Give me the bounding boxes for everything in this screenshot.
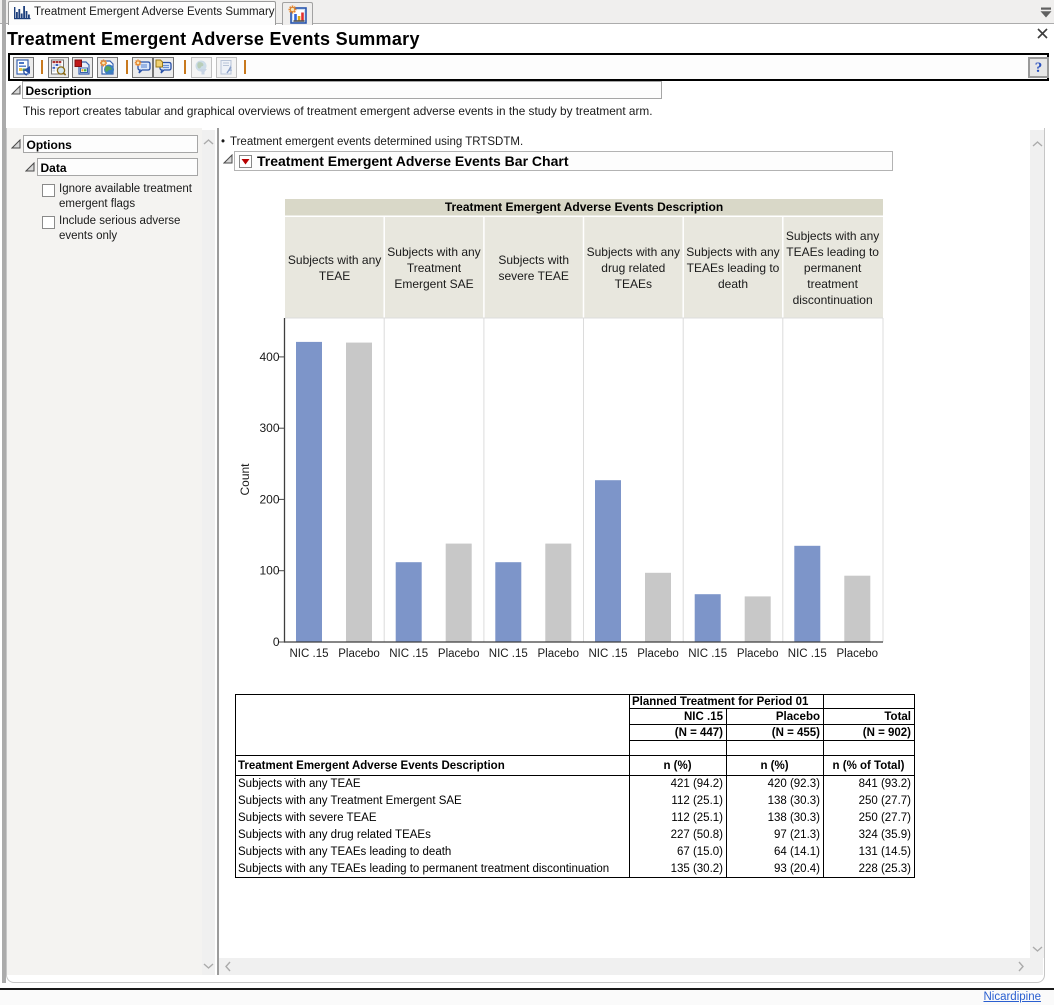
svg-text:TEAEs leading to: TEAEs leading to (687, 261, 780, 275)
svg-text:drug related: drug related (601, 261, 665, 275)
svg-text:Subjects with: Subjects with (498, 253, 569, 267)
svg-text:Placebo: Placebo (338, 648, 380, 660)
svg-text:Treatment: Treatment (407, 261, 462, 275)
svg-text:NIC .15: NIC .15 (788, 648, 827, 660)
svg-text:100: 100 (259, 564, 279, 578)
svg-text:Subjects with any: Subjects with any (786, 229, 879, 243)
svg-text:NIC .15: NIC .15 (290, 648, 329, 660)
svg-text:TEAE: TEAE (319, 269, 350, 283)
svg-text:treatment: treatment (807, 277, 858, 291)
svg-text:NIC .15: NIC .15 (489, 648, 528, 660)
svg-text:Placebo: Placebo (637, 648, 679, 660)
svg-text:NIC .15: NIC .15 (688, 648, 727, 660)
svg-text:Treatment Emergent Adverse Eve: Treatment Emergent Adverse Events Descri… (445, 200, 723, 214)
svg-text:Placebo: Placebo (538, 648, 580, 660)
svg-text:TEAEs leading to: TEAEs leading to (786, 245, 879, 259)
svg-text:Subjects with any: Subjects with any (587, 245, 680, 259)
svg-text:NIC .15: NIC .15 (389, 648, 428, 660)
svg-text:permanent: permanent (804, 261, 862, 275)
svg-text:Subjects with any: Subjects with any (686, 245, 779, 259)
svg-text:Emergent SAE: Emergent SAE (394, 277, 473, 291)
svg-text:0: 0 (273, 635, 280, 649)
svg-text:Count: Count (238, 463, 252, 496)
svg-text:Placebo: Placebo (737, 648, 779, 660)
svg-text:300: 300 (259, 421, 279, 435)
svg-text:Subjects with any: Subjects with any (288, 253, 381, 267)
svg-text:Subjects with any: Subjects with any (387, 245, 480, 259)
svg-text:discontinuation: discontinuation (793, 293, 873, 307)
svg-text:200: 200 (259, 492, 279, 506)
svg-text:Placebo: Placebo (438, 648, 480, 660)
svg-text:severe TEAE: severe TEAE (498, 269, 568, 283)
svg-text:Placebo: Placebo (837, 648, 879, 660)
svg-text:400: 400 (259, 350, 279, 364)
svg-text:TEAEs: TEAEs (615, 277, 652, 291)
svg-text:death: death (718, 277, 748, 291)
svg-text:NIC .15: NIC .15 (589, 648, 628, 660)
